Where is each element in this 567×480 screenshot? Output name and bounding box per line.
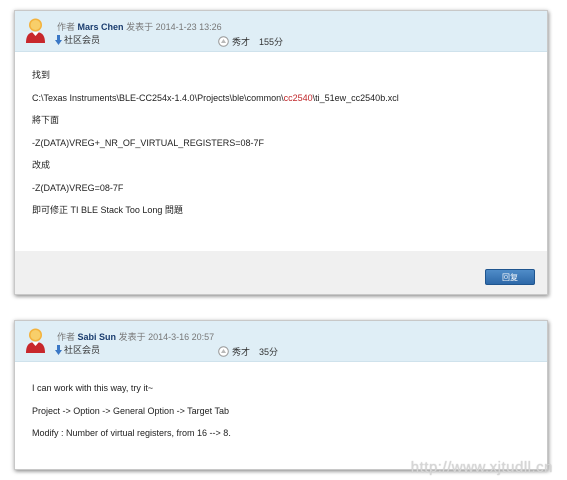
post-2: 作者 Sabi Sun 发表于 2014-3-16 20:57 社区会员 秀才 … — [14, 320, 548, 470]
author-prefix: 作者 — [57, 22, 76, 32]
post-date: 2014-3-16 20:57 — [148, 332, 215, 342]
body-line: -Z(DATA)VREG=08-7F — [32, 182, 124, 193]
body-line: 即可修正 TI BLE Stack Too Long 問題 — [32, 205, 183, 215]
post-body: 找到 C:\Texas Instruments\BLE-CC254x-1.4.0… — [15, 52, 547, 252]
body-line: -Z(DATA)VREG+_NR_OF_VIRTUAL_REGISTERS=08… — [32, 137, 265, 148]
path-prefix: C:\Texas Instruments\BLE-CC254x-1.4.0\Pr… — [32, 92, 284, 103]
avatar-icon[interactable] — [24, 327, 47, 353]
author-prefix: 作者 — [57, 332, 76, 342]
points-label: 35分 — [259, 347, 279, 357]
rank-icon — [218, 346, 229, 357]
post-1: 作者 Mars Chen 发表于 2014-1-23 13:26 社区会员 秀才… — [14, 10, 548, 295]
reply-button[interactable]: 回复 — [485, 269, 535, 285]
member-badge-icon — [55, 344, 62, 355]
path-suffix: \ti_51ew_cc2540b.xcl — [312, 92, 399, 103]
body-line: Project -> Option -> General Option -> T… — [32, 405, 230, 416]
post-footer: 回复 — [15, 251, 547, 294]
author-name[interactable]: Mars Chen — [78, 22, 124, 32]
post-meta: 作者 Sabi Sun 发表于 2014-3-16 20:57 — [57, 330, 214, 343]
avatar-icon[interactable] — [24, 17, 47, 43]
posted-prefix: 发表于 — [126, 22, 154, 32]
body-line: 將下面 — [32, 115, 60, 125]
rank-label: 秀才 — [232, 347, 251, 357]
rank-label: 秀才 — [232, 37, 251, 47]
user-group: 社区会员 — [55, 343, 100, 356]
post-header: 作者 Sabi Sun 发表于 2014-3-16 20:57 社区会员 秀才 … — [15, 321, 547, 362]
user-rank: 秀才 35分 — [218, 345, 278, 358]
member-badge-icon — [55, 34, 62, 45]
user-rank: 秀才 155分 — [218, 35, 283, 48]
user-group-label: 社区会员 — [64, 35, 101, 45]
user-group-label: 社区会员 — [64, 345, 101, 355]
user-group: 社区会员 — [55, 33, 100, 46]
body-line: I can work with this way, try it~ — [32, 383, 154, 393]
watermark: http://www.xjtudll.cn — [410, 459, 553, 476]
post-body: I can work with this way, try it~ Projec… — [15, 362, 547, 438]
body-line: Modify : Number of virtual registers, fr… — [32, 428, 231, 438]
author-name[interactable]: Sabi Sun — [78, 332, 117, 342]
body-line: 改成 — [32, 160, 51, 170]
body-line: 找到 — [32, 70, 51, 80]
post-meta: 作者 Mars Chen 发表于 2014-1-23 13:26 — [57, 20, 222, 33]
posted-prefix: 发表于 — [118, 332, 146, 342]
body-path: C:\Texas Instruments\BLE-CC254x-1.4.0\Pr… — [32, 93, 530, 103]
points-label: 155分 — [259, 37, 284, 47]
post-header: 作者 Mars Chen 发表于 2014-1-23 13:26 社区会员 秀才… — [15, 11, 547, 52]
rank-icon — [218, 36, 229, 47]
path-highlight: cc2540 — [283, 92, 313, 103]
post-date: 2014-1-23 13:26 — [155, 22, 222, 32]
